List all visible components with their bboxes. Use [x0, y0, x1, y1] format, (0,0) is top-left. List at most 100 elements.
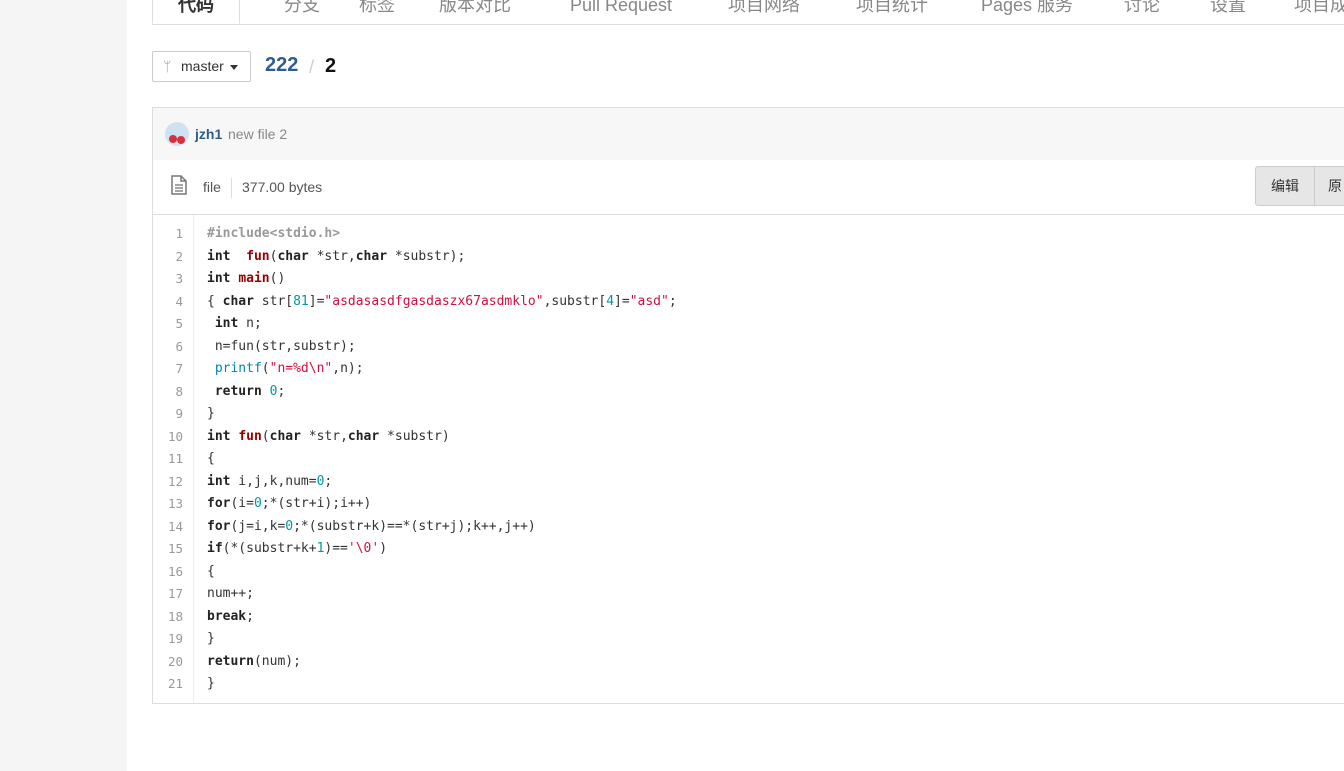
line-number[interactable]: 9: [175, 403, 183, 426]
code-token: {: [207, 563, 215, 579]
line-number[interactable]: 14: [168, 516, 183, 539]
code-token: "asd": [629, 293, 669, 309]
tab-compare[interactable]: 版本对比: [430, 0, 520, 23]
code-token: ;*(substr+k)==*(str+j);k++,j++): [293, 518, 536, 534]
breadcrumb-repo[interactable]: 222: [265, 54, 298, 77]
code-token: ;: [324, 473, 333, 489]
line-number[interactable]: 1: [175, 223, 183, 246]
code-token: ,substr[: [543, 293, 607, 309]
branch-icon: ᛘ: [163, 58, 172, 74]
code-token: *substr);: [387, 248, 466, 264]
code-line: {: [207, 448, 215, 471]
line-number[interactable]: 17: [168, 583, 183, 606]
commit-message[interactable]: new file 2: [228, 126, 287, 142]
code-token: ;: [246, 608, 254, 624]
code-line: if(*(substr+k+1)=='\0'): [207, 538, 387, 561]
tab-pull-request[interactable]: Pull Request: [562, 0, 680, 23]
code-token: ;: [668, 293, 677, 309]
breadcrumb-file: 2: [325, 55, 337, 77]
code-token: for: [207, 496, 231, 511]
line-number[interactable]: 20: [168, 651, 183, 674]
line-number[interactable]: 6: [175, 336, 183, 359]
code-token: )==: [324, 541, 348, 556]
code-line: return(num);: [207, 651, 301, 674]
line-number[interactable]: 5: [175, 313, 183, 336]
code-token: fun: [238, 428, 262, 444]
raw-button[interactable]: 原: [1315, 167, 1344, 205]
code-token: 0: [285, 518, 294, 534]
code-token: '\0': [347, 541, 380, 556]
code-token: char: [277, 248, 309, 264]
code-token: {: [207, 451, 215, 466]
code-token: (: [261, 428, 270, 444]
line-number[interactable]: 11: [168, 448, 183, 471]
tab-network[interactable]: 项目网络: [719, 0, 809, 23]
tab-branches[interactable]: 分支: [262, 0, 342, 23]
line-number[interactable]: 10: [168, 426, 183, 449]
tab-pages[interactable]: Pages 服务: [974, 0, 1080, 23]
code-line: int main(): [207, 268, 285, 291]
tab-stats[interactable]: 项目统计: [847, 0, 937, 23]
avatar[interactable]: [165, 122, 189, 146]
code-token: ): [379, 541, 388, 556]
code-token: main: [238, 271, 270, 286]
code-token: fun: [246, 248, 270, 264]
code-token: return: [207, 653, 254, 669]
code-line: return 0;: [207, 381, 285, 404]
code-token: n=fun(str,substr);: [207, 338, 356, 354]
code-token: {: [207, 293, 223, 309]
code-line: #include<stdio.h>: [207, 223, 340, 246]
line-number[interactable]: 8: [175, 381, 183, 404]
edit-button[interactable]: 编辑: [1256, 167, 1315, 205]
code-token: char: [222, 293, 254, 309]
line-number[interactable]: 18: [168, 606, 183, 629]
code-token: ;*(str+i);i++): [261, 496, 372, 511]
code-token: *substr): [379, 428, 450, 444]
line-number[interactable]: 19: [168, 628, 183, 651]
code-token: ]=: [614, 293, 630, 309]
code-token: char: [347, 428, 380, 444]
code-line: int fun(char *str,char *substr);: [207, 246, 465, 269]
line-number[interactable]: 21: [168, 673, 183, 696]
code-line: num++;: [207, 583, 254, 606]
divider: [231, 178, 232, 198]
file-type: file: [203, 179, 221, 195]
line-number[interactable]: 13: [168, 493, 183, 516]
line-number[interactable]: 12: [168, 471, 183, 494]
tab-code[interactable]: 代码: [152, 0, 240, 24]
commit-author[interactable]: jzh1: [195, 126, 222, 142]
code-token: *str,: [308, 248, 356, 264]
code-token: 81: [293, 293, 309, 309]
code-line: {: [207, 561, 215, 584]
code-token: for: [207, 518, 231, 534]
tab-members[interactable]: 项目成员: [1294, 0, 1344, 23]
line-number[interactable]: 4: [175, 291, 183, 314]
code-token: int: [207, 248, 231, 264]
code-token: if: [207, 541, 223, 556]
branch-selector[interactable]: ᛘ master: [152, 51, 251, 82]
repo-tabs: 代码 分支 标签 版本对比 Pull Request 项目网络 项目统计 Pag…: [152, 0, 1344, 25]
code-line: n=fun(str,substr);: [207, 336, 356, 359]
tab-discussion[interactable]: 讨论: [1116, 0, 1168, 23]
line-number[interactable]: 3: [175, 268, 183, 291]
code-token: n;: [238, 316, 262, 331]
file-viewer: jzh1 new file 2 file 377.00 bytes 编辑 原 1…: [152, 107, 1344, 704]
code-view: 1 2 3 4 5 6 7 8 9 10 11 12 13 14 15 16 17 18 19 20 21 #inclu…: [153, 215, 1344, 703]
line-number[interactable]: 15: [168, 538, 183, 561]
page-left-margin: [0, 0, 127, 771]
line-number[interactable]: 2: [175, 246, 183, 269]
code-line: for(j=i,k=0;*(substr+k)==*(str+j);k++,j+…: [207, 516, 536, 539]
breadcrumb-separator: /: [309, 57, 315, 77]
line-number[interactable]: 16: [168, 561, 183, 584]
line-number[interactable]: 7: [175, 358, 183, 381]
tab-settings[interactable]: 设置: [1202, 0, 1254, 23]
code-token: 0: [253, 496, 262, 511]
code-line: int n;: [207, 313, 262, 336]
code-token: return: [214, 383, 262, 399]
code-token: ;: [277, 383, 286, 399]
code-token: int: [214, 316, 239, 331]
avatar-cherry: [169, 135, 177, 143]
tab-tags[interactable]: 标签: [342, 0, 412, 23]
